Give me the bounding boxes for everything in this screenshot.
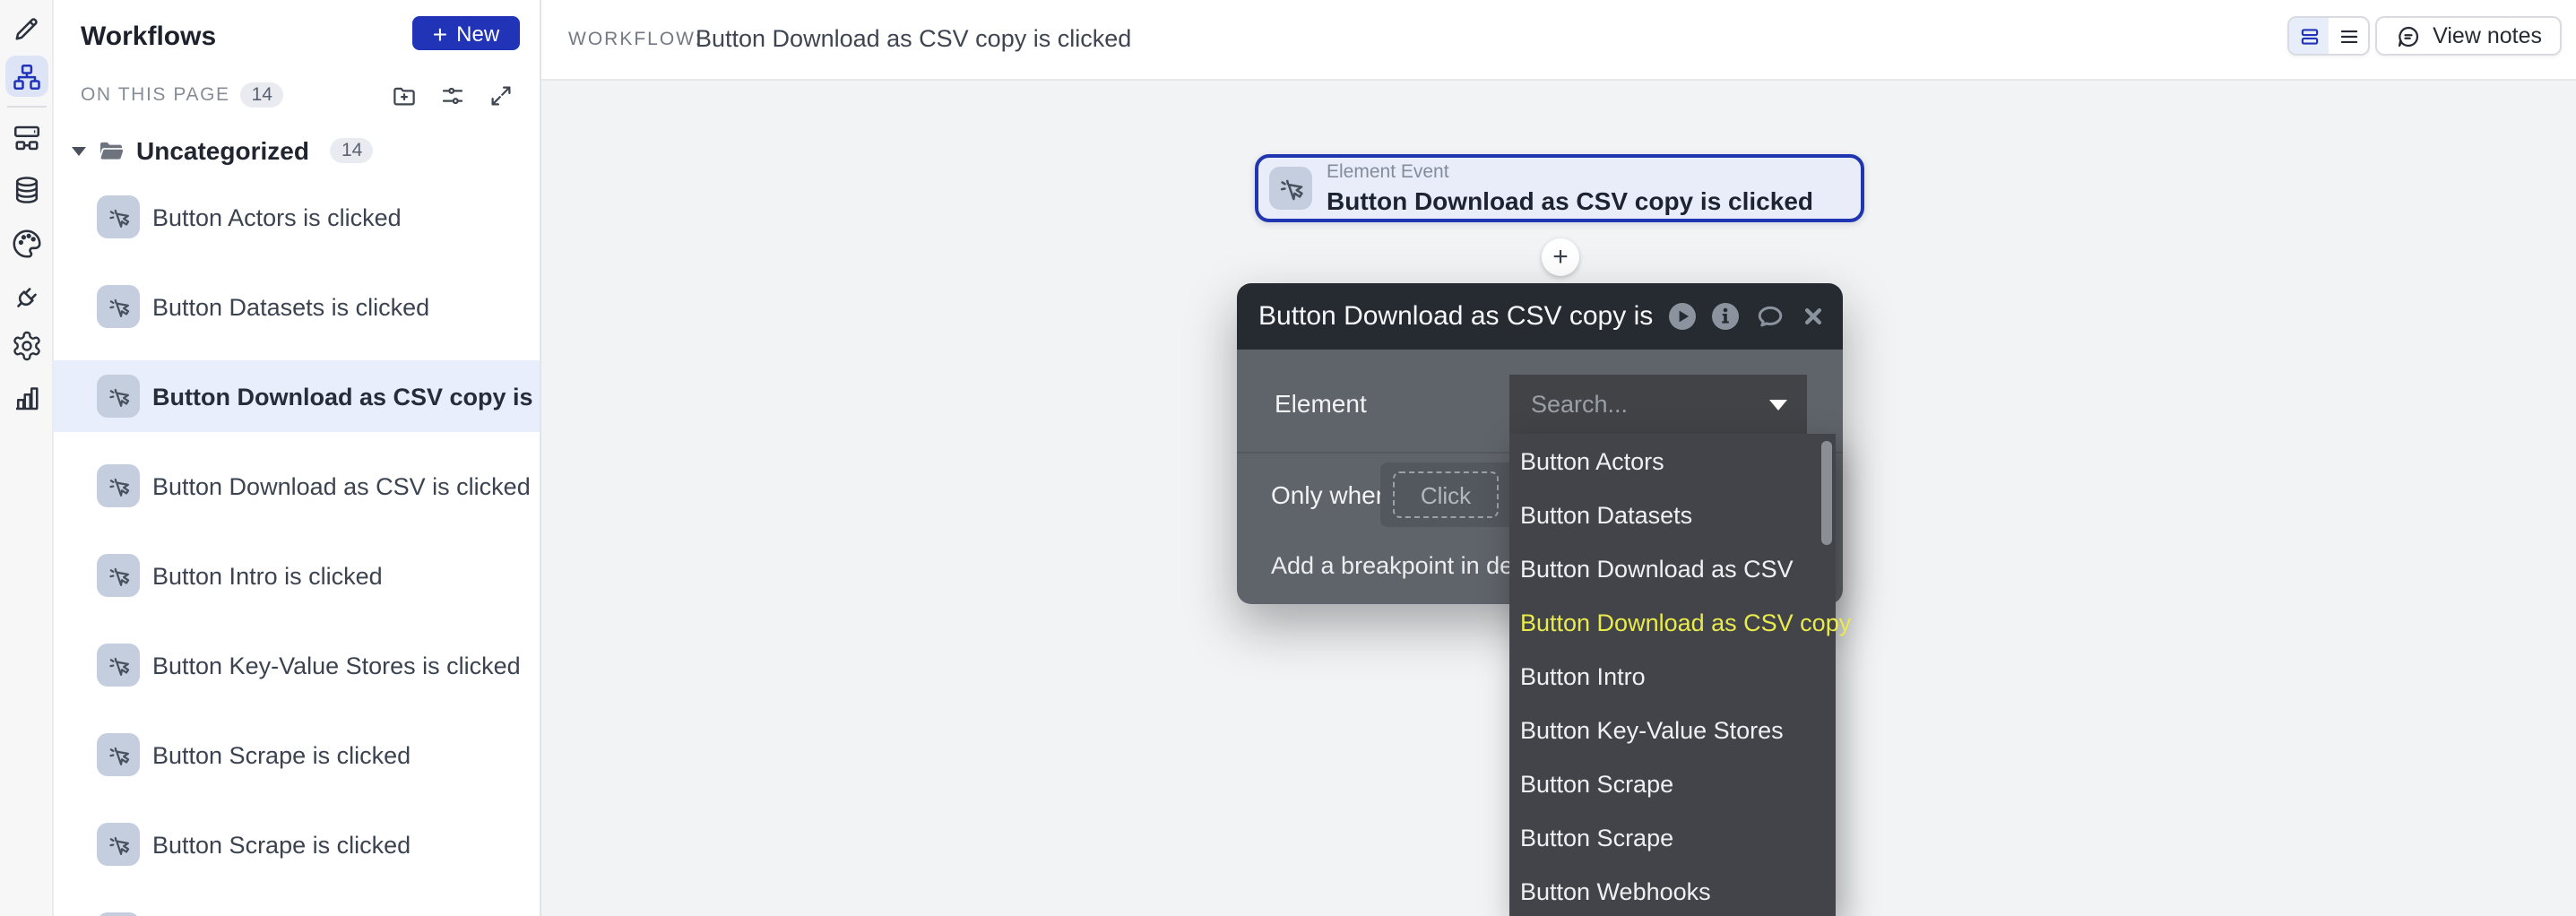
rail-item-workflows-active[interactable] xyxy=(5,56,48,97)
folder-icon xyxy=(97,136,125,165)
modal-header[interactable]: Button Download as CSV copy is xyxy=(1237,283,1843,350)
close-icon[interactable] xyxy=(1802,305,1825,328)
folder-uncategorized[interactable]: Uncategorized 14 xyxy=(72,133,373,169)
workflow-item-label: Button Scrape is clicked xyxy=(152,741,411,768)
workflow-title: Button Download as CSV copy is clicked xyxy=(696,25,1131,52)
workflow-list-item[interactable]: Button Download as CSV copy is ... xyxy=(54,351,541,441)
element-search-input[interactable] xyxy=(1509,375,1807,434)
workflow-item-label: Button Scrape is clicked xyxy=(152,831,411,858)
only-when-label: Only when xyxy=(1271,480,1389,509)
node-type-label: Element Event xyxy=(1327,164,1813,183)
rows-icon xyxy=(2297,24,2321,48)
database-icon[interactable] xyxy=(11,174,43,206)
cursor-click-icon xyxy=(97,285,140,328)
cursor-click-icon xyxy=(97,733,140,776)
dropdown-option[interactable]: Button Key-Value Stores xyxy=(1509,703,1836,756)
cursor-click-icon xyxy=(1269,167,1312,210)
palette-icon[interactable] xyxy=(11,228,43,260)
cursor-click-icon xyxy=(97,912,140,916)
on-this-page-row: ON THIS PAGE 14 xyxy=(81,81,514,109)
plus-icon: + xyxy=(433,21,447,46)
app-window: Workflows + New ON THIS PAGE 14 xyxy=(0,0,2576,916)
workflow-list-item[interactable]: Button Datasets is clicked xyxy=(54,262,541,351)
modal-title: Button Download as CSV copy is xyxy=(1258,301,1669,332)
workflow-list-item[interactable] xyxy=(54,889,541,916)
cursor-click-icon xyxy=(97,375,140,418)
dropdown-option[interactable]: Button Scrape xyxy=(1509,810,1836,864)
caret-down-icon xyxy=(72,146,86,155)
workflow-list-item[interactable]: Button Intro is clicked xyxy=(54,531,541,620)
new-button-label: New xyxy=(456,21,499,46)
topbar: WORKFLOW: Button Download as CSV copy is… xyxy=(541,0,2576,81)
dropdown-option[interactable]: Button Intro xyxy=(1509,649,1836,703)
on-this-page-count-badge: 14 xyxy=(241,82,283,108)
workflow-icon xyxy=(11,61,43,93)
note-bubble-icon xyxy=(2395,22,2422,49)
cursor-click-icon xyxy=(97,554,140,597)
workflow-breadcrumb-label: WORKFLOW: xyxy=(568,29,702,50)
card-view-button[interactable] xyxy=(2289,18,2329,54)
plug-icon[interactable] xyxy=(11,281,43,314)
element-dropdown-list: Button ActorsButton DatasetsButton Downl… xyxy=(1509,434,1836,916)
list-view-button[interactable] xyxy=(2329,18,2368,54)
workflow-list-item[interactable]: Button Key-Value Stores is clicked xyxy=(54,620,541,710)
folder-count-badge: 14 xyxy=(331,138,373,163)
dropdown-scrollbar-thumb[interactable] xyxy=(1821,441,1832,545)
caret-down-icon[interactable] xyxy=(1769,400,1787,410)
pencil-icon[interactable] xyxy=(11,13,43,45)
workflow-list-item[interactable]: Button Scrape is clicked xyxy=(54,799,541,889)
workflow-item-label: Button Intro is clicked xyxy=(152,562,383,589)
element-event-node[interactable]: Element Event Button Download as CSV cop… xyxy=(1255,154,1864,222)
new-workflow-button[interactable]: + New xyxy=(412,16,520,50)
on-this-page-label: ON THIS PAGE xyxy=(81,84,230,106)
info-icon[interactable] xyxy=(1712,303,1739,330)
add-step-button[interactable]: + xyxy=(1542,238,1579,276)
breakpoint-option-label[interactable]: Add a breakpoint in deb xyxy=(1271,552,1526,579)
workflow-list-item[interactable]: Button Scrape is clicked xyxy=(54,710,541,799)
click-chip-button[interactable]: Click xyxy=(1393,471,1499,518)
workflow-item-label: Button Actors is clicked xyxy=(152,203,402,230)
rail-divider xyxy=(7,106,47,108)
list-icon xyxy=(2337,24,2360,48)
dropdown-option[interactable]: Button Datasets xyxy=(1509,488,1836,541)
dropdown-option[interactable]: Button Actors xyxy=(1509,434,1836,488)
cursor-click-icon xyxy=(97,644,140,687)
expand-icon[interactable] xyxy=(488,82,514,108)
gear-icon[interactable] xyxy=(11,330,43,362)
element-field-label: Element xyxy=(1275,389,1367,418)
cursor-click-icon xyxy=(97,823,140,866)
bar-chart-icon[interactable] xyxy=(11,382,43,414)
view-notes-label: View notes xyxy=(2433,23,2542,48)
workflow-list-item[interactable]: Button Actors is clicked xyxy=(54,172,541,262)
play-icon[interactable] xyxy=(1669,303,1696,330)
workflows-sidebar: Workflows + New ON THIS PAGE 14 xyxy=(54,0,541,916)
workflow-list: Button Actors is clicked Button Datasets … xyxy=(54,172,541,916)
workflow-item-label: Button Download as CSV is clicked xyxy=(152,472,531,499)
dropdown-option[interactable]: Button Webhooks xyxy=(1509,864,1836,916)
workflow-canvas[interactable]: Element Event Button Download as CSV cop… xyxy=(541,81,2576,916)
cursor-click-icon xyxy=(97,195,140,238)
dropdown-option[interactable]: Button Download as CSV xyxy=(1509,541,1836,595)
dropdown-option[interactable]: Button Scrape xyxy=(1509,756,1836,810)
sidebar-title: Workflows xyxy=(81,22,216,52)
element-search-box xyxy=(1509,375,1807,434)
workflow-list-item[interactable]: Button Download as CSV is clicked xyxy=(54,441,541,531)
sliders-icon[interactable] xyxy=(439,82,466,108)
view-notes-button[interactable]: View notes xyxy=(2375,16,2562,56)
view-toggle xyxy=(2287,16,2370,56)
folder-name: Uncategorized xyxy=(136,136,309,165)
comment-icon[interactable] xyxy=(1755,301,1785,332)
workflow-item-label: Button Datasets is clicked xyxy=(152,293,429,320)
icon-rail xyxy=(0,0,54,916)
folder-plus-icon[interactable] xyxy=(391,82,418,108)
workflow-item-label: Button Key-Value Stores is clicked xyxy=(152,652,521,678)
server-blocks-icon[interactable] xyxy=(11,122,43,154)
dropdown-option-selected[interactable]: Button Download as CSV copy xyxy=(1509,595,1836,649)
node-title: Button Download as CSV copy is clicked xyxy=(1327,188,1813,213)
workflow-item-label: Button Download as CSV copy is ... xyxy=(152,383,541,410)
cursor-click-icon xyxy=(97,464,140,507)
